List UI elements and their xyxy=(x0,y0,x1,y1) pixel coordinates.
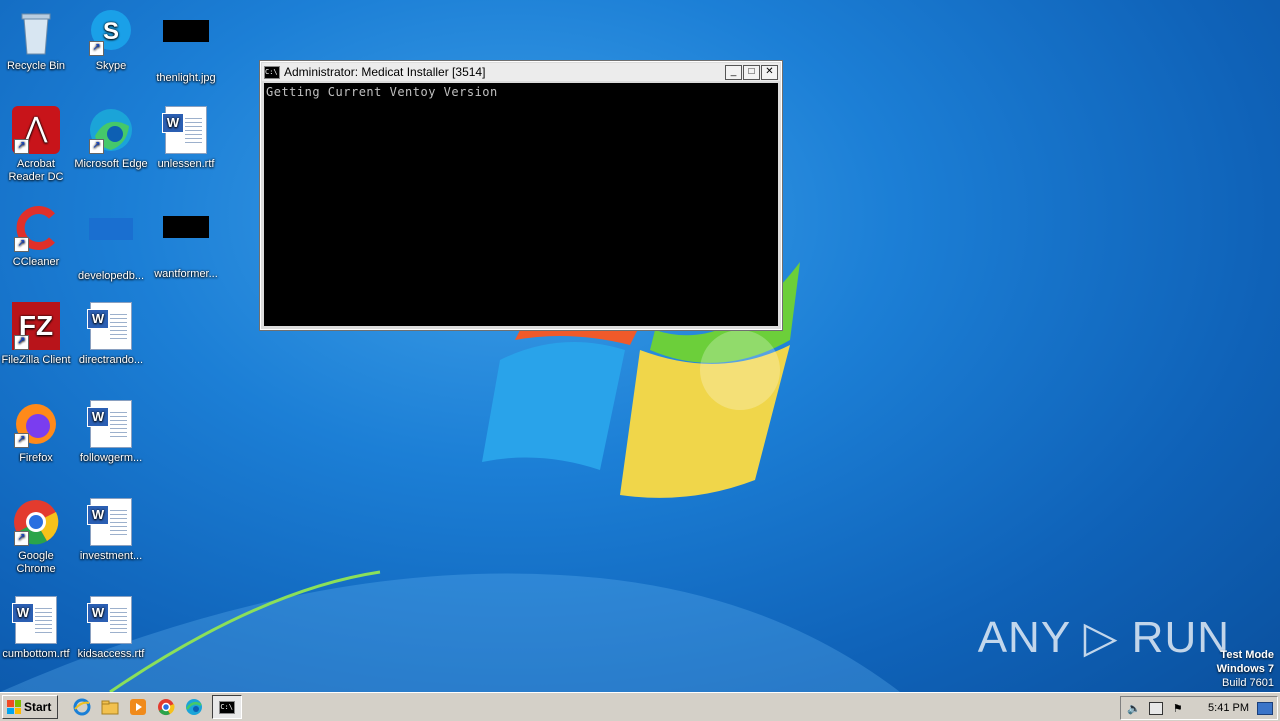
test-mode-line: Test Mode xyxy=(1220,649,1274,661)
speaker-icon[interactable]: 🔈 xyxy=(1127,702,1141,715)
start-label: Start xyxy=(24,700,52,714)
cmd-taskbar-button[interactable]: C:\ xyxy=(212,695,243,719)
shortcut-arrow-icon: ↗ xyxy=(89,41,104,56)
word-document-icon: W xyxy=(87,596,135,644)
show-desktop-icon[interactable] xyxy=(1257,702,1273,715)
build-line: Build 7601 xyxy=(1222,677,1274,689)
word-document-icon: W xyxy=(87,498,135,546)
desktop-icon-filezilla[interactable]: FZ ↗ FileZilla Client xyxy=(0,302,74,367)
word-document-icon: W xyxy=(162,106,210,154)
start-button[interactable]: Start xyxy=(2,695,59,719)
desktop-icon-followgerm[interactable]: W followgerm... xyxy=(73,400,149,465)
desktop-icon-label: wantformer... xyxy=(154,268,218,280)
desktop-icon-firefox[interactable]: ↗ Firefox xyxy=(0,400,74,465)
desktop-icon-chrome[interactable]: ↗ Google Chrome xyxy=(0,498,74,576)
desktop-icon-label: directrando... xyxy=(78,354,144,366)
desktop-icon-label: CCleaner xyxy=(12,256,60,268)
cmd-titlebar[interactable]: C:\ Administrator: Medicat Installer [35… xyxy=(262,63,780,81)
word-document-icon: W xyxy=(87,400,135,448)
file-icon xyxy=(87,218,135,266)
file-explorer-icon[interactable] xyxy=(100,697,120,717)
test-mode-notice: Test Mode Windows 7 Build 7601 xyxy=(1217,648,1274,690)
desktop-icon-ccleaner[interactable]: ↗ CCleaner xyxy=(0,204,74,269)
firefox-icon: ↗ xyxy=(12,400,60,448)
desktop-icon-kidsaccess[interactable]: W kidsaccess.rtf xyxy=(73,596,149,661)
desktop-icon-developedb[interactable]: developedb... xyxy=(73,204,149,283)
image-file-icon xyxy=(162,216,210,264)
desktop-icon-investment[interactable]: W investment... xyxy=(73,498,149,563)
ccleaner-icon: ↗ xyxy=(12,204,60,252)
clock[interactable]: 5:41 PM xyxy=(1208,702,1249,714)
close-button[interactable]: ✕ xyxy=(761,65,778,80)
desktop-icon-label: Skype xyxy=(95,60,127,72)
desktop-icon-label: Firefox xyxy=(19,452,53,464)
desktop-icon-label: developedb... xyxy=(77,270,145,282)
windows-version-line: Windows 7 xyxy=(1216,663,1274,675)
desktop-icon-label: unlessen.rtf xyxy=(157,158,215,170)
desktop-icon-label: followgerm... xyxy=(79,452,143,464)
skype-icon: S ↗ xyxy=(87,8,135,56)
acrobat-reader-icon: ⋀ ↗ xyxy=(12,106,60,154)
desktop-icon-edge[interactable]: ↗ Microsoft Edge xyxy=(73,106,149,171)
quick-launch: C:\ xyxy=(72,695,243,719)
desktop-icon-label: cumbottom.rtf xyxy=(2,648,70,660)
recycle-bin-icon xyxy=(12,8,60,56)
console-line: Getting Current Ventoy Version xyxy=(266,85,498,99)
desktop-icon-label: Microsoft Edge xyxy=(74,158,148,170)
maximize-button[interactable]: □ xyxy=(743,65,760,80)
word-document-icon: W xyxy=(87,302,135,350)
desktop-icon-label: FileZilla Client xyxy=(1,354,71,366)
console-output[interactable]: Getting Current Ventoy Version xyxy=(264,83,778,326)
desktop-icon-recycle-bin[interactable]: Recycle Bin xyxy=(0,8,74,73)
console-icon: C:\ xyxy=(219,700,236,714)
shortcut-arrow-icon: ↗ xyxy=(14,237,29,252)
shortcut-arrow-icon: ↗ xyxy=(14,335,29,350)
shortcut-arrow-icon: ↗ xyxy=(14,531,29,546)
media-player-icon[interactable] xyxy=(128,697,148,717)
action-center-flag-icon[interactable]: ⚑ xyxy=(1173,702,1183,715)
windows-flag-icon xyxy=(7,700,21,714)
desktop-icon-label: Acrobat Reader DC xyxy=(8,158,64,183)
internet-explorer-icon[interactable] xyxy=(72,697,92,717)
desktop-icon-thenlight[interactable]: thenlight.jpg xyxy=(148,8,224,85)
svg-text:S: S xyxy=(103,18,119,45)
desktop-icon-cumbottom[interactable]: W cumbottom.rtf xyxy=(0,596,74,661)
anyrun-watermark: ANY ▷ RUN xyxy=(977,613,1230,662)
cmd-window[interactable]: C:\ Administrator: Medicat Installer [35… xyxy=(259,60,783,331)
desktop-icon-unlessen[interactable]: W unlessen.rtf xyxy=(148,106,224,171)
desktop-icon-directrando[interactable]: W directrando... xyxy=(73,302,149,367)
system-tray: 🔈 ⚑ 5:41 PM xyxy=(1120,696,1278,720)
desktop-icon-label: Google Chrome xyxy=(16,550,56,575)
taskbar: Start C:\ 🔈 ⚑ 5:41 PM xyxy=(0,692,1280,721)
network-icon[interactable] xyxy=(1148,701,1163,715)
edge-taskbar-icon[interactable] xyxy=(184,697,204,717)
minimize-button[interactable]: _ xyxy=(725,65,742,80)
chrome-taskbar-icon[interactable] xyxy=(156,697,176,717)
desktop-icon-label: kidsaccess.rtf xyxy=(77,648,145,660)
desktop-icon-skype[interactable]: S ↗ Skype xyxy=(73,8,149,73)
desktop-icon-label: investment... xyxy=(79,550,143,562)
chrome-icon: ↗ xyxy=(12,498,60,546)
image-file-icon xyxy=(162,20,210,68)
word-document-icon: W xyxy=(12,596,60,644)
desktop-icon-label: Recycle Bin xyxy=(6,60,66,72)
desktop-icon-wantformer[interactable]: wantformer... xyxy=(148,204,224,281)
console-icon: C:\ xyxy=(264,65,280,79)
desktop-icon-label: thenlight.jpg xyxy=(156,72,216,84)
desktop-icon-acrobat[interactable]: ⋀ ↗ Acrobat Reader DC xyxy=(0,106,74,184)
shortcut-arrow-icon: ↗ xyxy=(89,139,104,154)
filezilla-icon: FZ ↗ xyxy=(12,302,60,350)
shortcut-arrow-icon: ↗ xyxy=(14,433,29,448)
window-title: Administrator: Medicat Installer [3514] xyxy=(284,65,486,79)
shortcut-arrow-icon: ↗ xyxy=(14,139,29,154)
edge-icon: ↗ xyxy=(87,106,135,154)
